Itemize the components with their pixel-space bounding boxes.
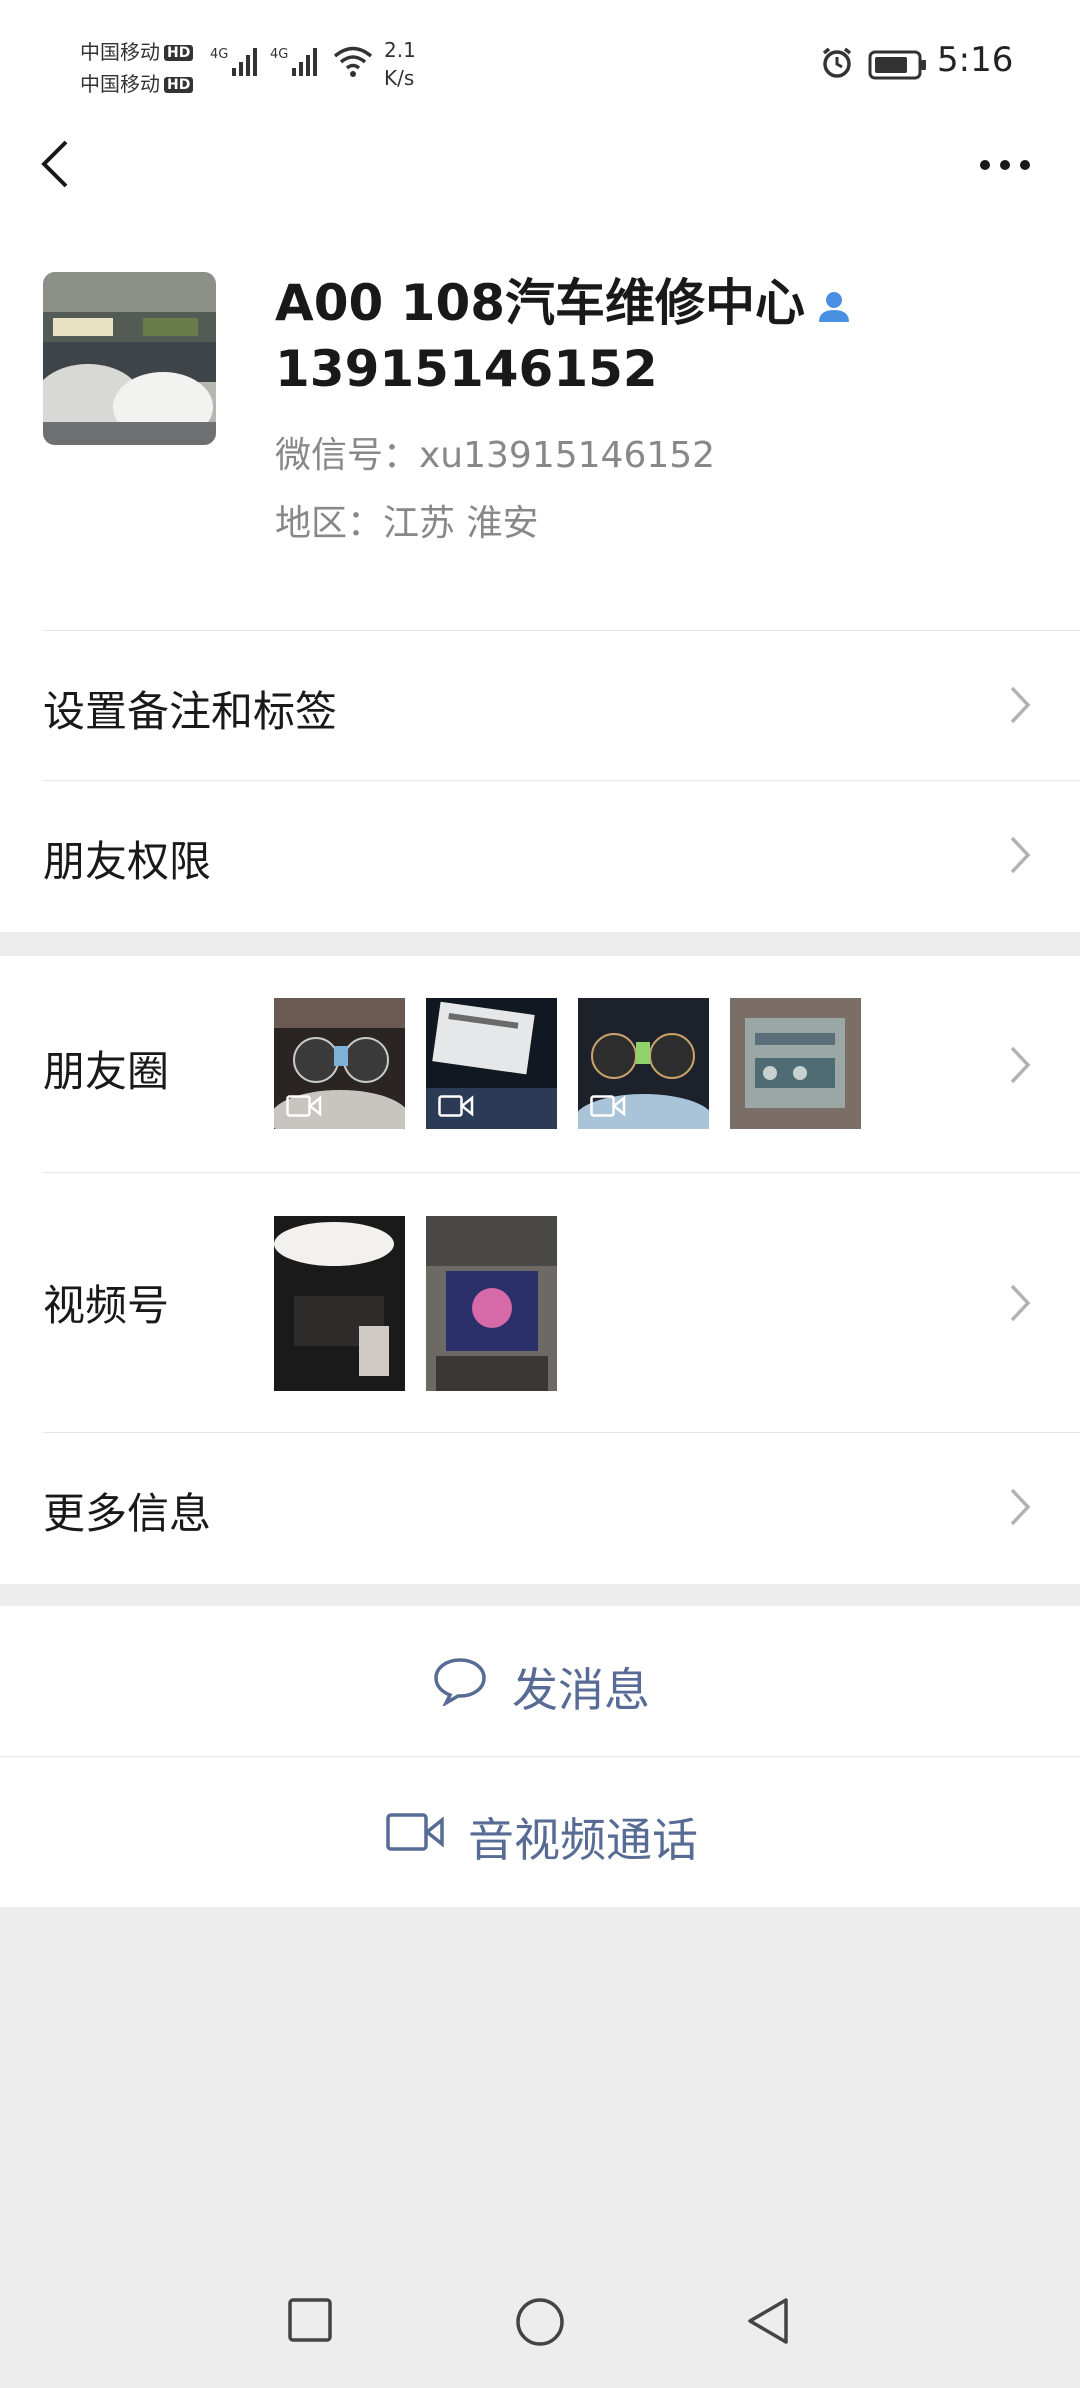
row-channels[interactable]: 视频号 — [0, 1172, 1080, 1432]
contact-icon — [819, 292, 849, 322]
svg-text:4G: 4G — [210, 47, 228, 62]
carrier-2: 中国移动 HD — [80, 68, 194, 97]
back-button[interactable] — [36, 136, 76, 192]
row-label: 设置备注和标签 — [43, 687, 338, 736]
row-label: 朋友圈 — [43, 1047, 170, 1096]
net-speed: 2.1 K/s — [384, 38, 416, 90]
clock: 5:16 — [937, 40, 1014, 80]
signal-icon: 4G — [270, 47, 317, 76]
video-icon — [286, 1095, 322, 1117]
row-label: 更多信息 — [43, 1489, 212, 1538]
wechat-id: 微信号：xu13915146152 — [275, 435, 716, 476]
home-button[interactable] — [514, 2296, 566, 2348]
display-name: A00 108汽车维修中心 — [275, 274, 806, 332]
row-set-remark[interactable]: 设置备注和标签 — [0, 630, 1080, 780]
channels-thumbnail — [426, 1216, 557, 1391]
moments-thumbnail — [730, 998, 861, 1129]
more-button[interactable] — [978, 150, 1032, 180]
row-label: 视频号 — [43, 1281, 170, 1330]
chat-bubble-icon — [434, 1658, 486, 1706]
moments-thumbnail — [274, 998, 405, 1129]
video-icon — [590, 1095, 626, 1117]
svg-text:4G: 4G — [270, 47, 288, 62]
display-name-phone: 13915146152 — [275, 340, 658, 398]
row-friend-permission[interactable]: 朋友权限 — [0, 780, 1080, 932]
moments-thumbnail — [426, 998, 557, 1129]
send-message-button[interactable]: 发消息 — [0, 1606, 1080, 1756]
av-call-label: 音视频通话 — [468, 1813, 698, 1867]
signal-icon: 4G — [210, 47, 257, 76]
alarm-icon — [822, 47, 852, 78]
channels-thumbnail — [274, 1216, 405, 1391]
battery-icon — [868, 50, 926, 80]
row-moments[interactable]: 朋友圈 — [0, 956, 1080, 1172]
chevron-right-icon — [1010, 1284, 1031, 1322]
chevron-right-icon — [1010, 1488, 1031, 1526]
profile-card: A00 108汽车维修中心 13915146152 微信号：xu13915146… — [0, 130, 1080, 630]
recent-apps-button[interactable] — [286, 2296, 334, 2344]
avatar[interactable] — [43, 272, 216, 445]
region: 地区：江苏 淮安 — [275, 503, 539, 544]
back-nav-button[interactable] — [744, 2296, 792, 2346]
chevron-right-icon — [1010, 686, 1031, 724]
row-label: 朋友权限 — [43, 837, 212, 886]
chevron-right-icon — [1010, 836, 1031, 874]
moments-thumbnail — [578, 998, 709, 1129]
send-message-label: 发消息 — [512, 1663, 650, 1717]
wifi-icon — [333, 46, 373, 77]
avatar-image — [43, 272, 216, 445]
video-icon — [438, 1095, 474, 1117]
video-call-icon — [386, 1813, 444, 1851]
chevron-right-icon — [1010, 1046, 1031, 1084]
row-more-info[interactable]: 更多信息 — [0, 1432, 1080, 1584]
status-bar: 中国移动 HD 中国移动 HD 4G 4G 2.1 K/s 5:16 — [0, 0, 1080, 130]
av-call-button[interactable]: 音视频通话 — [0, 1756, 1080, 1907]
carrier-1: 中国移动 HD — [80, 36, 194, 65]
